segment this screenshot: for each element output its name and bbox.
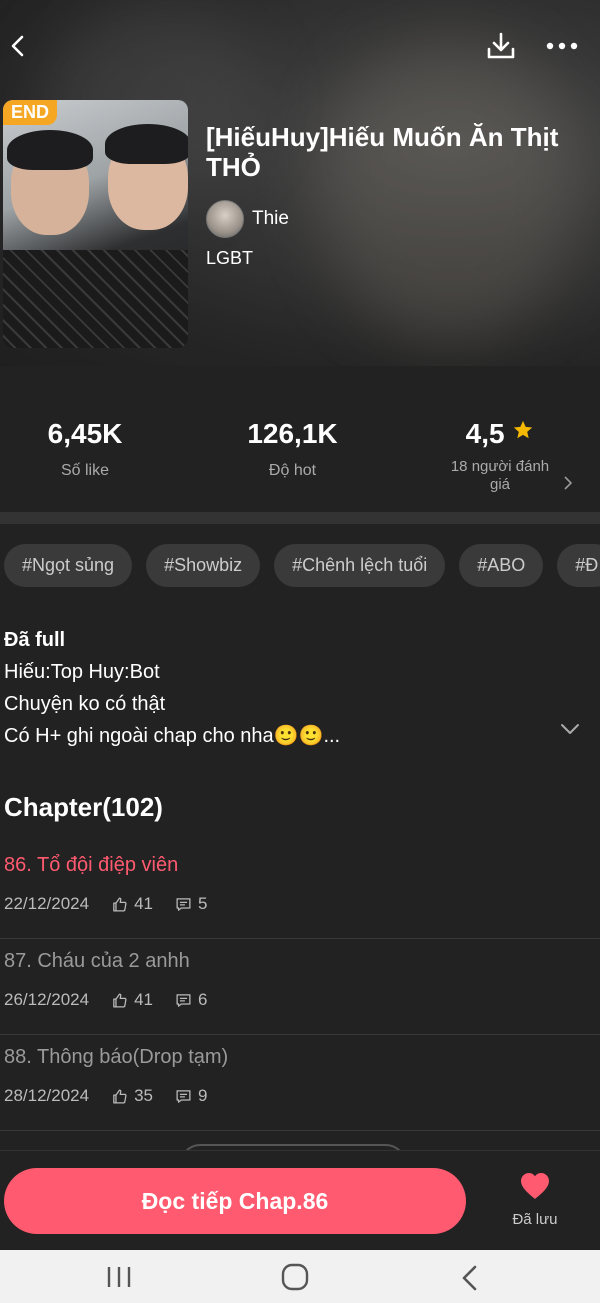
- back-arrow-icon: [11, 35, 24, 57]
- description-line: Chuyện ko có thật: [4, 693, 166, 715]
- comment-icon: [176, 897, 191, 911]
- likes-count: 6,45K: [47, 418, 123, 449]
- home-icon: [281, 1263, 309, 1291]
- system-back-icon: [462, 1265, 477, 1291]
- genre-label: LGBT: [206, 248, 254, 268]
- more-button[interactable]: [544, 28, 580, 64]
- expand-description-button[interactable]: [560, 722, 580, 740]
- hot-stat: 126,1K Độ hot: [230, 418, 355, 480]
- author-name: Thie: [252, 208, 289, 229]
- description-line: Hiếu:Top Huy:Bot: [4, 661, 160, 683]
- end-badge: END: [3, 100, 58, 125]
- author-link[interactable]: Thie: [206, 200, 289, 238]
- chapter-name: 87. Cháu của 2 anhh: [4, 950, 190, 972]
- tag-chip[interactable]: #Chênh lệch tuổi: [274, 544, 446, 587]
- avatar: [206, 200, 244, 238]
- tag-list: #Ngọt sủng #Showbiz #Chênh lệch tuổi #AB…: [4, 544, 600, 587]
- continue-reading-button[interactable]: Đọc tiếp Chap.86: [4, 1168, 466, 1234]
- more-dots-icon: [546, 42, 578, 50]
- hot-count: 126,1K: [247, 418, 338, 449]
- recent-apps-icon: [107, 1267, 131, 1287]
- chapter-likes: 35: [134, 1086, 154, 1105]
- chapter-list-title: Chapter(102): [4, 792, 163, 822]
- download-icon: [487, 32, 515, 59]
- chapter-row[interactable]: 86. Tổ đội điệp viên 22/12/2024 41 5: [0, 842, 600, 939]
- chapter-comments: 9: [198, 1086, 208, 1105]
- chapter-name: 88. Thông báo(Drop tạm): [4, 1046, 229, 1068]
- home-button[interactable]: [280, 1262, 310, 1297]
- book-title: [HiếuHuy]Hiếu Muốn Ăn Thịt THỎ: [206, 122, 559, 182]
- description-line: Đã full: [4, 629, 66, 651]
- chapter-date: 28/12/2024: [4, 1086, 90, 1105]
- thumbs-up-icon: [113, 896, 127, 912]
- download-button[interactable]: [483, 28, 519, 64]
- star-icon: [514, 420, 533, 439]
- likes-label: Số like: [60, 462, 110, 479]
- tag-chip[interactable]: #Đ: [557, 544, 600, 587]
- thumbs-up-icon: [113, 992, 127, 1008]
- chapter-comments: 6: [198, 990, 208, 1009]
- likes-stat: 6,45K Số like: [30, 418, 140, 480]
- chevron-right-icon: [564, 476, 573, 490]
- description: Đã full Hiếu:Top Huy:Bot Chuyện ko có th…: [4, 624, 340, 752]
- tag-chip[interactable]: #Ngọt sủng: [4, 544, 133, 587]
- recent-apps-button[interactable]: [104, 1264, 134, 1295]
- comment-icon: [176, 993, 191, 1007]
- chapter-row[interactable]: 88. Thông báo(Drop tạm) 28/12/2024 35 9: [0, 1034, 600, 1131]
- rating-label: 18 người đánh giá: [450, 458, 550, 493]
- system-nav-bar: [0, 1250, 600, 1303]
- tag-chip[interactable]: #ABO: [459, 544, 544, 587]
- rating-number: 4,5: [465, 418, 505, 449]
- chapter-comments: 5: [198, 894, 208, 913]
- chapter-date: 26/12/2024: [4, 990, 90, 1009]
- saved-button[interactable]: Đã lưu: [505, 1172, 565, 1228]
- chapter-row[interactable]: 87. Cháu của 2 anhh 26/12/2024 41 6: [0, 938, 600, 1035]
- rating-stat[interactable]: 4,5 18 người đánh giá: [440, 418, 560, 494]
- saved-label: Đã lưu: [512, 1211, 558, 1228]
- chapter-likes: 41: [134, 894, 154, 913]
- thumbs-up-icon: [113, 1088, 127, 1104]
- chevron-down-icon: [561, 724, 579, 734]
- rating-value: 4,5: [440, 418, 560, 450]
- back-button[interactable]: [0, 28, 36, 64]
- comment-icon: [176, 1089, 191, 1103]
- system-back-button[interactable]: [458, 1264, 482, 1297]
- hot-label: Độ hot: [268, 462, 317, 479]
- description-line: Có H+ ghi ngoài chap cho nha🙂🙂...: [4, 725, 341, 747]
- heart-icon: [521, 1173, 549, 1199]
- tag-chip[interactable]: #Showbiz: [146, 544, 261, 587]
- stats-panel: 6,45K Số like 126,1K Độ hot 4,5 18 người…: [0, 366, 600, 512]
- chapter-date: 22/12/2024: [4, 894, 90, 913]
- section-divider: [0, 512, 600, 524]
- chapter-name: 86. Tổ đội điệp viên: [4, 854, 179, 876]
- chapter-likes: 41: [134, 990, 154, 1009]
- book-cover: [3, 100, 188, 348]
